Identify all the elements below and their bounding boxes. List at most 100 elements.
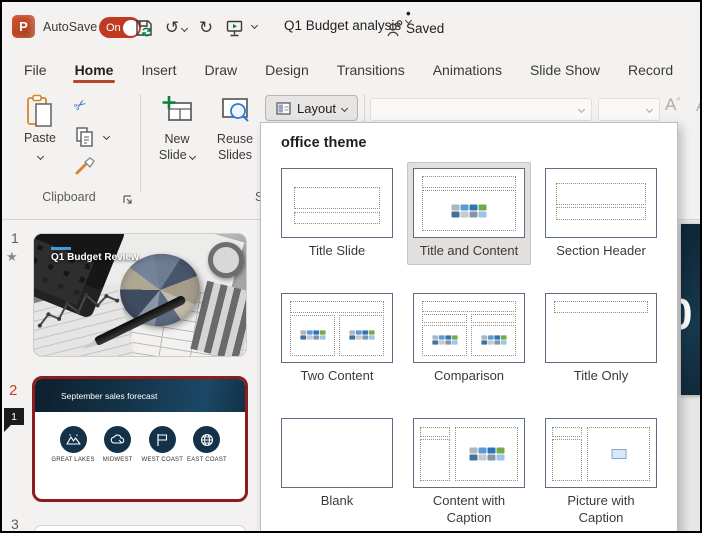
slide-1-number: 1	[11, 230, 19, 246]
region-label: WEST COAST	[142, 457, 184, 463]
new-slide-label-2: Slide	[159, 148, 187, 162]
tab-design[interactable]: Design	[251, 54, 323, 86]
autosave-state: On	[106, 22, 121, 34]
layout-thumbnail	[545, 418, 657, 488]
layout-thumbnail	[281, 168, 393, 238]
quick-access-more-icon[interactable]	[251, 22, 258, 29]
layout-grid: Title Slide Title and Content Section He…	[271, 162, 667, 532]
group-separator	[140, 94, 141, 192]
animation-star-icon[interactable]: ★	[6, 249, 18, 265]
cut-icon[interactable]: ✂	[70, 94, 91, 116]
decrease-font-size-button[interactable]: A	[696, 98, 702, 115]
new-slide-label-1: New	[150, 131, 204, 147]
region-west-coast: WEST COAST	[140, 426, 184, 463]
tab-record[interactable]: Record	[614, 54, 687, 86]
tab-draw[interactable]: Draw	[190, 54, 251, 86]
region-midwest: MIDWEST	[96, 426, 140, 463]
layout-option-picture-with-caption[interactable]: Picture with Caption	[539, 412, 663, 532]
font-name-combo[interactable]	[370, 98, 592, 121]
slide-2-number: 2	[9, 382, 17, 399]
layout-label: Title Slide	[309, 243, 366, 260]
animation-order-badge[interactable]: 1	[4, 408, 24, 425]
saved-status-button[interactable]: • Saved	[406, 18, 411, 23]
reuse-slides-label-1: Reuse	[208, 131, 262, 147]
layout-label: Picture with Caption	[544, 493, 658, 527]
clipboard-group-label: Clipboard	[14, 190, 124, 204]
copy-icon[interactable]	[75, 126, 95, 153]
font-combo-chevron-icon	[578, 106, 585, 113]
tab-slide-show[interactable]: Slide Show	[516, 54, 614, 86]
compass-shape	[208, 242, 244, 278]
layout-thumbnail	[413, 418, 525, 488]
layout-thumbnail	[281, 418, 393, 488]
layout-option-two-content[interactable]: Two Content	[275, 287, 399, 390]
layout-option-content-with-caption[interactable]: Content with Caption	[407, 412, 531, 532]
cloud-icon	[104, 426, 131, 453]
region-label: MIDWEST	[103, 457, 133, 463]
layout-label: Blank	[321, 493, 354, 510]
paste-chevron-icon	[36, 153, 43, 160]
paste-button[interactable]: Paste	[14, 94, 66, 164]
tab-home[interactable]: Home	[61, 54, 128, 86]
powerpoint-logo-icon[interactable]: P	[12, 15, 35, 38]
new-slide-chevron-icon	[189, 153, 196, 160]
slide-1-thumbnail[interactable]: Q1 Budget Review	[34, 234, 246, 356]
layout-label: Comparison	[434, 368, 504, 385]
title-bar: P AutoSave On ↺ ↻ Q1 Budget analysis • S…	[2, 2, 700, 54]
share-people-icon[interactable]	[385, 17, 405, 39]
slide-thumbnail-panel: 1 ★ Q1 Budget Review 2 1	[2, 220, 260, 531]
layout-option-title-and-content[interactable]: Title and Content	[407, 162, 531, 265]
powerpoint-window: P AutoSave On ↺ ↻ Q1 Budget analysis • S…	[0, 0, 702, 533]
clipboard-dialog-launcher-icon[interactable]	[123, 192, 133, 210]
shrink-font-glyph: A	[696, 98, 702, 115]
layout-label: Title and Content	[420, 243, 519, 260]
format-painter-icon[interactable]	[74, 156, 96, 183]
current-slide-edge[interactable]: 0	[681, 224, 702, 395]
layout-label: Section Header	[556, 243, 646, 260]
start-presentation-icon[interactable]	[222, 16, 246, 40]
region-label: GREAT LAKES	[51, 457, 94, 463]
reuse-slides-label-2: Slides	[208, 147, 262, 163]
globe-icon	[193, 426, 220, 453]
flag-icon	[149, 426, 176, 453]
font-size-combo[interactable]	[598, 98, 660, 121]
layout-label: Layout	[297, 101, 336, 116]
slide-2-title: September sales forecast	[61, 391, 157, 401]
tab-transitions[interactable]: Transitions	[323, 54, 419, 86]
copy-chevron-icon[interactable]	[103, 133, 110, 140]
clipboard-icon	[25, 94, 55, 130]
region-great-lakes: GREAT LAKES	[51, 426, 95, 463]
size-combo-chevron-icon	[646, 106, 653, 113]
document-title[interactable]: Q1 Budget analysis	[284, 18, 401, 33]
region-icons-row: GREAT LAKES MIDWEST WEST COAST	[35, 412, 245, 463]
layout-label: Title Only	[574, 368, 628, 385]
layout-thumbnail	[413, 293, 525, 363]
layout-chevron-icon	[341, 104, 348, 111]
slide-3-thumbnail[interactable]	[34, 526, 246, 533]
layout-label: Two Content	[301, 368, 374, 385]
layout-option-section-header[interactable]: Section Header	[539, 162, 663, 265]
new-slide-button[interactable]: New Slide	[150, 94, 204, 163]
redo-icon[interactable]: ↻	[194, 16, 218, 40]
layout-option-title-slide[interactable]: Title Slide	[275, 162, 399, 265]
layout-option-comparison[interactable]: Comparison	[407, 287, 531, 390]
reuse-slides-button[interactable]: Reuse Slides	[208, 94, 262, 163]
new-slide-icon	[161, 94, 193, 126]
increase-font-size-button[interactable]: A^	[665, 95, 681, 115]
layout-option-title-only[interactable]: Title Only	[539, 287, 663, 390]
mountains-icon	[60, 426, 87, 453]
tab-insert[interactable]: Insert	[127, 54, 190, 86]
autosave-label: AutoSave	[43, 20, 97, 34]
slide-2-thumbnail-selected[interactable]: September sales forecast GREAT LAKES MID…	[32, 376, 248, 502]
budget-photo: Q1 Budget Review	[34, 234, 246, 356]
region-east-coast: EAST COAST	[185, 426, 229, 463]
layout-thumbnail	[545, 293, 657, 363]
save-icon[interactable]	[132, 16, 156, 40]
layout-button[interactable]: Layout	[265, 95, 358, 121]
layout-thumbnail	[281, 293, 393, 363]
tab-animations[interactable]: Animations	[419, 54, 516, 86]
layout-option-blank[interactable]: Blank	[275, 412, 399, 532]
layout-icon	[276, 102, 291, 115]
layout-thumbnail	[413, 168, 525, 238]
tab-file[interactable]: File	[10, 54, 61, 86]
